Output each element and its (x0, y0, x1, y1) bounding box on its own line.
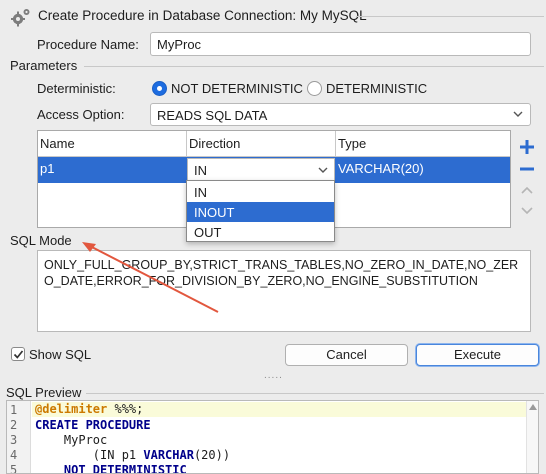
show-sql-label[interactable]: Show SQL (29, 347, 91, 362)
remove-icon[interactable] (518, 160, 536, 178)
code-line: CREATE PROCEDURE (35, 418, 151, 432)
cancel-button[interactable]: Cancel (285, 344, 408, 366)
execute-button[interactable]: Execute (416, 344, 539, 366)
deterministic-label: Deterministic: (37, 81, 116, 96)
code-line: MyProc (35, 433, 108, 447)
code-line: NOT DETERMINISTIC (35, 463, 187, 474)
chevron-down-icon (318, 167, 328, 173)
dropdown-option-in[interactable]: IN (187, 182, 334, 202)
move-up-icon[interactable] (518, 181, 536, 199)
line-number: 4 (10, 448, 18, 462)
parameters-section-label: Parameters (10, 58, 78, 73)
radio-deterministic-label[interactable]: DETERMINISTIC (326, 81, 427, 96)
code-line: (IN p1 VARCHAR(20)) (35, 448, 230, 462)
gear-icon (11, 9, 30, 27)
sql-preview-label: SQL Preview (6, 385, 82, 400)
cell-type[interactable]: VARCHAR(20) (338, 161, 424, 176)
radio-deterministic[interactable] (307, 81, 322, 96)
cell-name[interactable]: p1 (40, 161, 54, 176)
line-number: 3 (10, 433, 18, 447)
code-line: @delimiter %%%; (32, 402, 536, 417)
line-number-gutter: 1 2 3 4 5 (7, 401, 31, 474)
column-header-type[interactable]: Type (336, 131, 510, 157)
add-icon[interactable] (518, 138, 536, 156)
code-text: %%%; (107, 402, 144, 416)
preview-divider (86, 393, 544, 394)
direction-cell-select[interactable]: IN (187, 158, 335, 182)
radio-not-deterministic[interactable] (152, 81, 167, 96)
move-down-icon[interactable] (518, 202, 536, 220)
sql-mode-label: SQL Mode (10, 233, 72, 248)
direction-cell-value: IN (194, 163, 207, 178)
code-keyword: VARCHAR (143, 448, 194, 462)
splitter-grip[interactable]: ..... (264, 370, 283, 381)
access-option-select[interactable]: READS SQL DATA (150, 103, 531, 126)
scroll-up-icon[interactable] (529, 404, 537, 410)
column-header-direction[interactable]: Direction (187, 131, 336, 157)
code-text: (IN p1 (35, 448, 144, 462)
direction-dropdown-list[interactable]: IN INOUT OUT (186, 180, 335, 242)
code-directive: @delimiter (35, 402, 108, 416)
procedure-name-label: Procedure Name: (37, 37, 139, 52)
access-option-label: Access Option: (37, 107, 125, 122)
line-number: 1 (10, 403, 18, 417)
parameters-divider (84, 66, 544, 67)
chevron-down-icon (513, 111, 523, 117)
access-option-value: READS SQL DATA (157, 108, 268, 123)
checkmark-icon (13, 350, 24, 359)
line-number: 2 (10, 418, 18, 432)
procedure-name-input[interactable]: MyProc (150, 32, 531, 56)
title-divider (356, 16, 544, 17)
column-header-name[interactable]: Name (38, 131, 187, 157)
sql-preview-editor[interactable]: 1 2 3 4 5 @delimiter %%%; CREATE PROCEDU… (6, 400, 539, 474)
line-number: 5 (10, 463, 18, 474)
show-sql-checkbox[interactable] (11, 347, 25, 361)
radio-not-deterministic-label[interactable]: NOT DETERMINISTIC (171, 81, 303, 96)
dropdown-option-inout[interactable]: INOUT (187, 202, 334, 222)
annotation-arrow (82, 242, 219, 313)
preview-scrollbar[interactable] (526, 401, 538, 473)
dialog-title: Create Procedure in Database Connection:… (38, 8, 367, 23)
code-text: (20)) (193, 448, 231, 462)
